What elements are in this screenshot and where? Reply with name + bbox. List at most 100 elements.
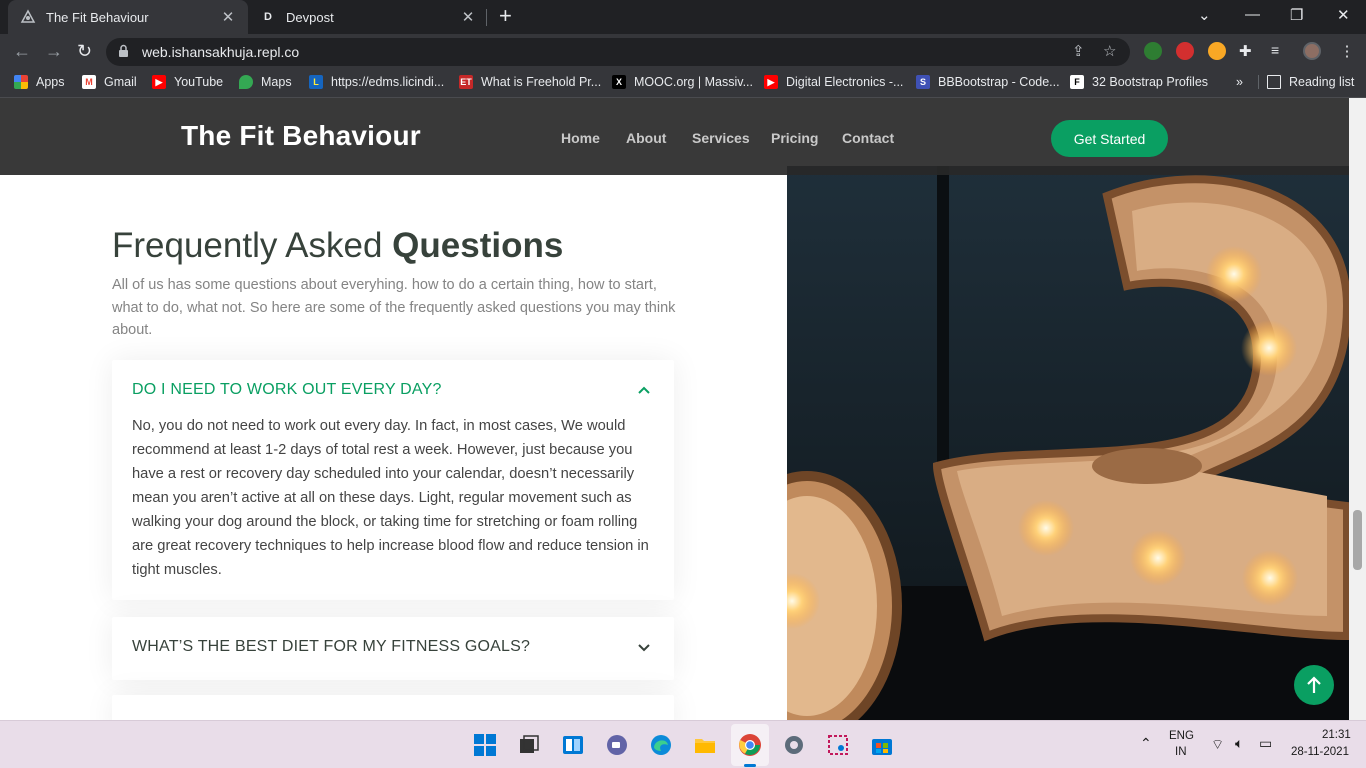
tray-overflow-chevron-icon[interactable]: ⌃ — [1140, 735, 1152, 752]
clock-time[interactable]: 21:31 — [1322, 729, 1351, 741]
bookmark-label: YouTube — [174, 75, 224, 89]
task-view-icon[interactable] — [517, 733, 541, 757]
extensions-puzzle-icon[interactable]: ✚ — [1239, 42, 1257, 60]
bookmark-label: Apps — [36, 75, 65, 89]
tab-search-icon[interactable]: ⌄ — [1198, 6, 1211, 24]
maps-icon — [239, 75, 253, 89]
battery-icon[interactable]: ▭ — [1259, 735, 1272, 752]
new-tab-button[interactable]: + — [499, 5, 512, 27]
get-started-button[interactable]: Get Started — [1051, 120, 1168, 157]
reading-list-label: Reading list — [1289, 75, 1355, 89]
tab-title: The Fit Behaviour — [46, 9, 149, 25]
restore-button[interactable]: ❐ — [1290, 6, 1303, 24]
scrollbar-thumb[interactable] — [1353, 510, 1362, 570]
nav-pricing[interactable]: Pricing — [771, 130, 818, 146]
lic-icon: L — [309, 75, 323, 89]
clock-date[interactable]: 28-11-2021 — [1291, 746, 1349, 758]
media-control-icon[interactable]: ≡ — [1271, 42, 1289, 60]
nav-home[interactable]: Home — [561, 130, 600, 146]
close-tab-icon[interactable]: ✕ — [218, 8, 238, 26]
bookmark-edms[interactable]: L https://edms.licindi... — [309, 75, 444, 89]
apps-grid-icon — [14, 75, 28, 89]
chevron-up-icon[interactable] — [638, 386, 650, 394]
faq-heading-bold: Questions — [392, 226, 564, 265]
browser-toolbar: ← → ↻ web.ishansakhuja.repl.co ⇪ ☆ ✚ ≡ ⋮ — [0, 34, 1366, 70]
extension-hand-icon[interactable] — [1176, 42, 1194, 60]
reload-button[interactable]: ↻ — [77, 41, 92, 62]
back-button[interactable]: ← — [13, 41, 31, 62]
reading-list-icon — [1267, 75, 1281, 89]
reading-list-button[interactable]: Reading list — [1258, 75, 1354, 89]
bookmark-star-icon[interactable]: ☆ — [1103, 42, 1116, 60]
chrome-icon[interactable] — [738, 733, 762, 757]
et-icon: ET — [459, 75, 473, 89]
bookmark-maps[interactable]: Maps — [239, 75, 292, 89]
file-explorer-icon[interactable] — [693, 733, 717, 757]
fit-behaviour-favicon-icon — [20, 9, 36, 25]
faq-item-collapsed[interactable]: WHAT’S THE BEST DIET FOR MY FITNESS GOAL… — [112, 617, 674, 680]
f-icon: F — [1070, 75, 1084, 89]
chevron-down-icon[interactable] — [638, 644, 650, 652]
back-to-top-button[interactable] — [1294, 665, 1334, 705]
bookmark-gmail[interactable]: M Gmail — [82, 75, 137, 89]
lock-icon — [119, 44, 128, 57]
bookmark-bbbootstrap[interactable]: S BBBootstrap - Code... — [916, 75, 1060, 89]
faq-question[interactable]: DO I NEED TO WORK OUT EVERY DAY? — [132, 381, 442, 399]
faq-item-partial[interactable] — [112, 695, 674, 720]
faq-item-expanded: DO I NEED TO WORK OUT EVERY DAY? No, you… — [112, 360, 674, 600]
tab-title: Devpost — [286, 9, 334, 25]
microsoft-store-icon[interactable] — [870, 733, 894, 757]
mooc-icon: X — [612, 75, 626, 89]
bbbootstrap-icon: S — [916, 75, 930, 89]
bookmark-digital-electronics[interactable]: ▶ Digital Electronics -... — [764, 75, 903, 89]
overflow-chevron-icon: » — [1236, 75, 1243, 89]
nav-services[interactable]: Services — [692, 130, 750, 146]
gmail-icon: M — [82, 75, 96, 89]
url-text: web.ishansakhuja.repl.co — [142, 44, 300, 60]
bookmark-label: Gmail — [104, 75, 137, 89]
tab-strip: The Fit Behaviour ✕ D Devpost ✕ + ⌄ — ❐ … — [0, 0, 1366, 34]
windows-taskbar: ⌃ ENG IN ⌔ 🔈︎ ▭ 21:31 28-11-2021 — [0, 720, 1366, 768]
nav-about[interactable]: About — [626, 130, 666, 146]
faq-description: All of us has some questions about every… — [112, 277, 676, 338]
bookmark-apps[interactable]: Apps — [14, 75, 65, 89]
snipping-tool-icon[interactable] — [826, 733, 850, 757]
settings-gear-icon[interactable] — [782, 733, 806, 757]
edge-icon[interactable] — [649, 733, 673, 757]
page-scrollbar[interactable] — [1349, 98, 1366, 720]
menu-kebab-icon[interactable]: ⋮ — [1338, 42, 1356, 60]
profile-avatar[interactable] — [1303, 42, 1321, 60]
nav-contact[interactable]: Contact — [842, 130, 894, 146]
faq-heading-light: Frequently Asked — [112, 226, 393, 265]
widgets-icon[interactable] — [561, 733, 585, 757]
close-window-button[interactable]: ✕ — [1337, 6, 1350, 24]
bookmark-freehold[interactable]: ET What is Freehold Pr... — [459, 75, 601, 89]
tab-devpost[interactable]: D Devpost ✕ — [248, 0, 488, 34]
marquee-letters-photo — [787, 166, 1349, 720]
share-icon[interactable]: ⇪ — [1072, 42, 1085, 60]
bookmarks-overflow-button[interactable]: » — [1236, 75, 1243, 89]
bookmark-mooc[interactable]: X MOOC.org | Massiv... — [612, 75, 753, 89]
bookmark-label: What is Freehold Pr... — [481, 75, 602, 89]
faq-answer: No, you do not need to work out every da… — [132, 418, 649, 578]
faq-question[interactable]: WHAT’S THE BEST DIET FOR MY FITNESS GOAL… — [132, 638, 530, 656]
teams-chat-icon[interactable] — [605, 733, 629, 757]
youtube-icon: ▶ — [764, 75, 778, 89]
forward-button[interactable]: → — [45, 41, 63, 62]
input-language[interactable]: ENG — [1169, 730, 1194, 742]
tab-fit-behaviour[interactable]: The Fit Behaviour ✕ — [8, 0, 248, 34]
input-region[interactable]: IN — [1175, 746, 1187, 758]
bookmark-bootstrap-profiles[interactable]: F 32 Bootstrap Profiles — [1070, 75, 1208, 89]
volume-icon[interactable]: 🔈︎ — [1235, 735, 1243, 752]
faq-heading: Frequently Asked Questions — [112, 226, 563, 266]
extension-owl-icon[interactable] — [1208, 42, 1226, 60]
minimize-button[interactable]: — — [1245, 6, 1260, 23]
address-bar[interactable]: web.ishansakhuja.repl.co ⇪ ☆ — [106, 38, 1130, 66]
wifi-icon[interactable]: ⌔ — [1211, 736, 1224, 754]
extension-globe-icon[interactable] — [1144, 42, 1162, 60]
bookmark-youtube[interactable]: ▶ YouTube — [152, 75, 223, 89]
close-tab-icon[interactable]: ✕ — [458, 8, 478, 26]
windows-start-icon[interactable] — [473, 733, 497, 757]
site-logo[interactable]: The Fit Behaviour — [181, 120, 421, 152]
bookmark-label: Digital Electronics -... — [786, 75, 904, 89]
